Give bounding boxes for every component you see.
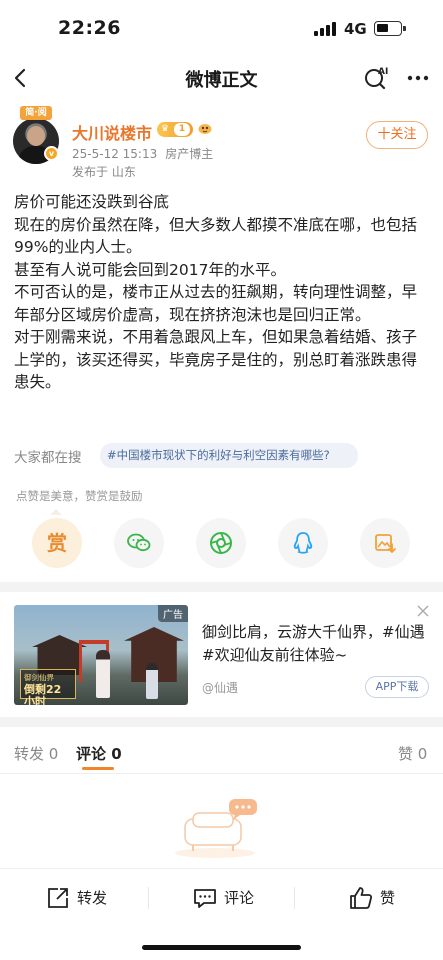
qq-icon	[293, 532, 313, 554]
tab-comments[interactable]: 评论 0	[76, 743, 122, 764]
wechat-icon	[127, 533, 151, 552]
home-indicator[interactable]	[142, 945, 301, 950]
bar-divider	[294, 887, 295, 909]
tab-label: 评论	[76, 745, 107, 763]
reward-hint: 点赞是美意，赞赏是鼓励	[16, 489, 143, 503]
avatar-frame-badge: 简·阅	[20, 106, 52, 120]
network-type: 4G	[344, 20, 367, 38]
status-bar: 22:26 4G	[0, 0, 443, 56]
comment-icon	[194, 889, 216, 908]
ad-text[interactable]: 御剑比肩，云游大千仙界，#仙遇#欢迎仙友前往体验~	[202, 621, 427, 667]
section-divider	[0, 582, 443, 592]
ad-tag: 广告	[158, 605, 188, 622]
signal-icon	[314, 22, 338, 36]
post-paragraph: 甚至有人说可能会回到2017年的水平。	[14, 260, 286, 279]
share-moments-button[interactable]	[196, 518, 246, 568]
tab-label: 转发	[14, 745, 45, 763]
ad-source[interactable]: @仙遇	[202, 679, 238, 696]
member-level: 1	[174, 123, 190, 136]
save-image-icon	[375, 534, 396, 554]
ad-banner: 御剑仙界 倒剩22小时	[20, 669, 76, 705]
tab-count: 0	[417, 745, 428, 763]
battery-icon	[374, 21, 406, 36]
post-paragraph: 现在的房价虽然在降，但大多数人都摸不准底在哪，也包括99%的业内人士。	[14, 215, 418, 257]
repost-icon	[48, 888, 68, 908]
empty-comments-illustration	[175, 799, 257, 858]
ai-search-icon[interactable]: AI	[362, 64, 392, 92]
crown-icon: ♛	[160, 124, 170, 134]
post-date: 25-5-12 15:13	[72, 147, 158, 161]
tab-count: 0	[111, 745, 122, 763]
tab-reposts[interactable]: 转发 0	[14, 743, 58, 764]
share-qq-button[interactable]	[278, 518, 328, 568]
hint-pointer	[50, 509, 62, 515]
verified-icon: v	[44, 146, 59, 161]
more-icon[interactable]	[404, 64, 432, 92]
nav-bar: 微博正文 AI	[0, 56, 443, 100]
status-time: 22:26	[58, 17, 121, 39]
save-image-button[interactable]	[360, 518, 410, 568]
bottom-action-bar: 转发 评论 赞	[0, 868, 443, 928]
moments-icon	[210, 532, 232, 554]
post-body: 房价可能还没跌到谷底 现在的房价虽然在降，但大多数人都摸不准底在哪，也包括99%…	[14, 191, 432, 394]
trending-search-label: 大家都在搜	[14, 450, 82, 466]
post-paragraph: 对于刚需来说，不用着急跟风上车，但如果急着结婚、孩子上学的，该买还得买，毕竟房子…	[14, 328, 418, 391]
active-tab-indicator	[82, 767, 114, 770]
post-meta: 25-5-12 15:13 房产博主	[72, 145, 221, 162]
section-divider	[0, 717, 443, 727]
author-name[interactable]: 大川说楼市	[72, 120, 152, 144]
tab-likes[interactable]: 赞 0	[398, 743, 427, 764]
repost-label: 转发	[77, 889, 108, 907]
follow-button[interactable]: 十关注	[366, 121, 428, 149]
bar-divider	[148, 887, 149, 909]
tab-count: 0	[48, 745, 59, 763]
comment-label: 评论	[224, 889, 255, 907]
ad-image[interactable]: 广告 御剑仙界 倒剩22小时	[14, 605, 188, 705]
share-wechat-button[interactable]	[114, 518, 164, 568]
ai-label: AI	[378, 67, 388, 77]
post-paragraph: 不可否认的是，楼市正从过去的狂飙期，转向理性调整，早年部分区域房价虚高，现在挤挤…	[14, 283, 418, 324]
post-location: 发布于 山东	[72, 165, 136, 179]
app-download-button[interactable]: APP下载	[365, 676, 429, 698]
reward-button[interactable]: 赏	[32, 518, 82, 568]
like-label: 赞	[380, 889, 396, 907]
trending-topic-chip[interactable]: #中国楼市现状下的利好与利空因素有哪些?	[100, 443, 358, 468]
share-row: 赏	[32, 518, 412, 570]
fan-badge-icon[interactable]	[197, 121, 213, 137]
close-icon[interactable]	[416, 604, 430, 618]
member-level-badge[interactable]: ♛ 1	[157, 122, 193, 137]
author-title: 房产博主	[165, 147, 214, 161]
tab-label: 赞	[398, 745, 414, 763]
tabs-divider	[0, 773, 443, 774]
interaction-tabs: 转发 0 评论 0 赞 0	[0, 735, 443, 775]
thumbs-up-icon	[350, 887, 373, 909]
ad-banner-line2: 倒剩22小时	[24, 683, 62, 706]
post-paragraph: 房价可能还没跌到谷底	[14, 193, 170, 211]
